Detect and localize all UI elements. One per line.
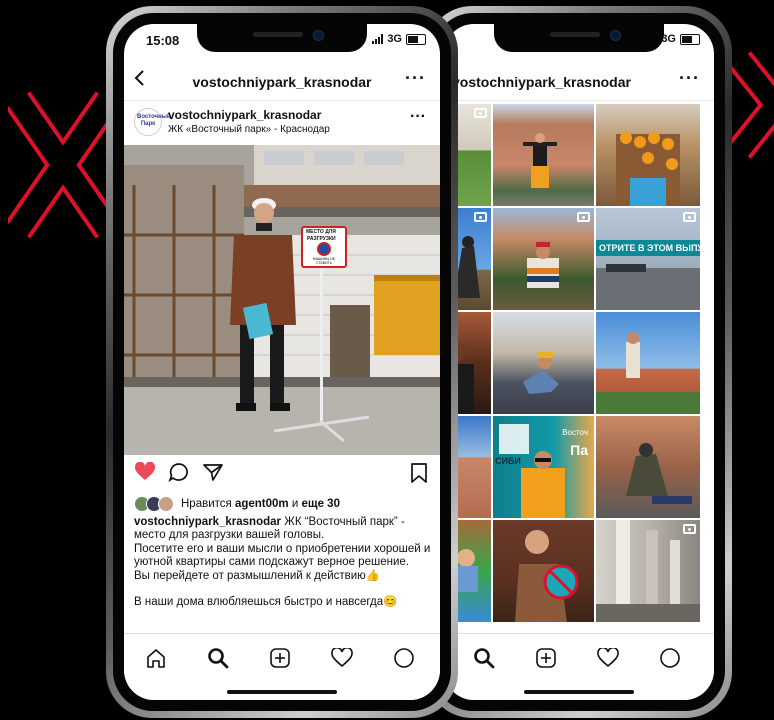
sign-text: МАШИНЫ НЕ СТАВИТЬ: [312, 257, 336, 265]
grid-sign-text: Восточ: [562, 428, 588, 437]
more-horizontal-icon[interactable]: ···: [679, 68, 700, 89]
grid-post[interactable]: [493, 520, 594, 622]
profile-navbar: vostochniypark_krasnodar ···: [444, 64, 714, 101]
red-x-left-decoration: [8, 91, 118, 239]
profile-icon[interactable]: [656, 644, 684, 672]
grid-post[interactable]: ОТРИТЕ В ЭТОМ ВЫПУСК: [596, 208, 700, 310]
more-horizontal-icon[interactable]: ···: [405, 68, 426, 89]
activity-icon[interactable]: [594, 644, 622, 672]
network-label: 3G: [387, 33, 402, 45]
avatar[interactable]: Восточный Парк: [134, 108, 171, 136]
bottom-tab-bar: [444, 633, 714, 700]
post-header: Восточный Парк vostochniypark_krasnodar …: [124, 104, 440, 144]
liker-avatars[interactable]: [134, 496, 174, 512]
post-navbar-title: vostochniypark_krasnodar: [192, 74, 372, 90]
caption-line: Посетите его и ваши мысли о приобретении…: [134, 542, 431, 569]
add-icon[interactable]: [532, 644, 560, 672]
signal-icon: [372, 34, 384, 44]
status-time: 15:08: [146, 33, 180, 48]
left-phone: 15:08 3G vostochniypark_krasnodar ··· Во…: [106, 6, 458, 718]
home-indicator[interactable]: [227, 690, 337, 694]
comment-icon[interactable]: [168, 462, 190, 487]
grid-post[interactable]: [493, 312, 594, 414]
sign-text: РАЗГРУЗКИ: [307, 236, 336, 242]
post-username[interactable]: vostochniypark_krasnodar: [168, 108, 321, 122]
caption-line: В наши дома влюбляешься быстро и навсегд…: [134, 596, 398, 609]
share-icon[interactable]: [202, 462, 224, 487]
avatar-logo-text: Восточный Парк: [137, 114, 171, 128]
grid-post[interactable]: [493, 208, 594, 310]
likes-prefix: Нравится: [181, 498, 232, 510]
add-icon[interactable]: [266, 644, 294, 672]
sign-text: МЕСТО ДЛЯ: [306, 229, 336, 235]
grid-post[interactable]: [493, 104, 594, 206]
grid-post[interactable]: [596, 312, 700, 414]
notch: [197, 24, 367, 52]
grid-post[interactable]: [596, 104, 700, 206]
likes-user[interactable]: agent00m: [235, 498, 289, 510]
right-phone: 3G vostochniypark_krasnodar ··· ОТРИТЕ В…: [426, 6, 732, 718]
notch: [494, 24, 664, 52]
more-horizontal-icon[interactable]: ···: [410, 108, 426, 126]
right-phone-screen: 3G vostochniypark_krasnodar ··· ОТРИТЕ В…: [444, 24, 714, 700]
activity-icon[interactable]: [328, 644, 356, 672]
profile-post-grid: ОТРИТЕ В ЭТОМ ВЫПУСК СИБИ Восточ Па: [444, 104, 714, 622]
search-icon[interactable]: [470, 644, 498, 672]
bookmark-icon[interactable]: [410, 462, 428, 489]
profile-icon[interactable]: [390, 644, 418, 672]
post-photo[interactable]: МЕСТО ДЛЯ РАЗГРУЗКИ МАШИНЫ НЕ СТАВИТЬ: [124, 145, 440, 455]
grid-post[interactable]: [596, 520, 700, 622]
grid-post[interactable]: [596, 416, 700, 518]
likes-mid: и: [291, 498, 299, 510]
profile-title: vostochniypark_krasnodar: [452, 74, 631, 90]
post-navbar: vostochniypark_krasnodar ···: [124, 64, 440, 101]
caption-username[interactable]: vostochniypark_krasnodar: [134, 516, 281, 528]
heart-icon[interactable]: [134, 461, 156, 487]
post-location[interactable]: ЖК «Восточный парк» - Краснодар: [168, 124, 330, 135]
red-x-right-decoration: [732, 51, 774, 159]
post-actions: [124, 461, 440, 489]
search-icon[interactable]: [204, 644, 232, 672]
grid-post[interactable]: СИБИ Восточ Па: [493, 416, 594, 518]
battery-icon: [680, 33, 700, 45]
battery-icon: [406, 33, 426, 45]
bottom-tab-bar: [124, 633, 440, 700]
grid-sign-text: СИБИ: [495, 456, 521, 466]
left-phone-screen: 15:08 3G vostochniypark_krasnodar ··· Во…: [124, 24, 440, 700]
grid-sign-text: Па: [570, 442, 588, 458]
likes-line: Нравится agent00m и еще 30: [134, 496, 432, 512]
home-indicator[interactable]: [524, 690, 634, 694]
caption-line: Вы перейдете от размышлений к действию👍: [134, 569, 381, 582]
likes-rest[interactable]: еще 30: [301, 498, 339, 510]
post-caption: vostochniypark_krasnodar ЖК “Восточный п…: [134, 516, 432, 609]
home-icon[interactable]: [142, 644, 170, 672]
